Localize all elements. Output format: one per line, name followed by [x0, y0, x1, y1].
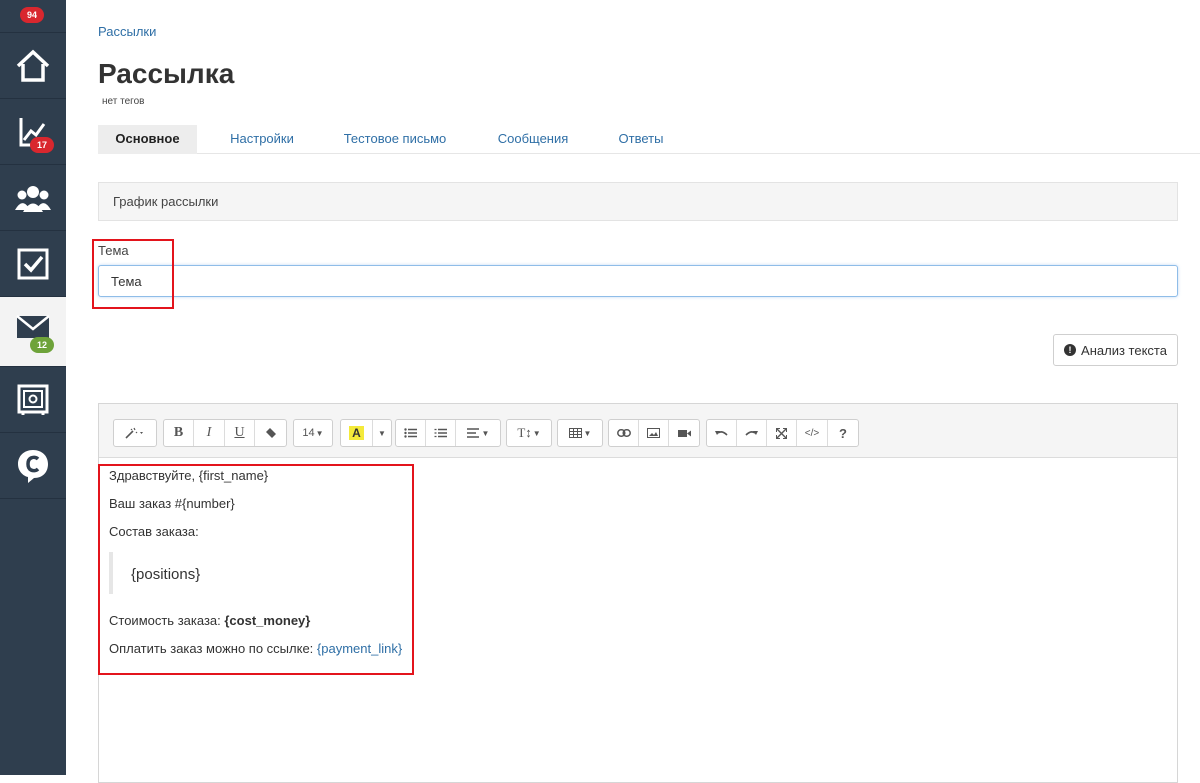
text-height-icon: T↕	[517, 425, 532, 440]
color-dropdown-button[interactable]: ▼	[373, 420, 391, 446]
line-height-dropdown-button[interactable]: T↕ ▼	[507, 420, 551, 446]
highlight-email-body	[98, 464, 414, 675]
bullet-list-icon	[404, 428, 417, 438]
toolbar-paragraph-group: ▼	[395, 419, 501, 447]
users-icon	[15, 185, 51, 212]
sidebar-item-safe[interactable]	[0, 367, 66, 433]
insert-link-button[interactable]	[609, 420, 639, 446]
tab-test-letter[interactable]: Тестовое письмо	[330, 125, 460, 154]
analytics-badge: 17	[30, 137, 55, 153]
toolbar-insert-group	[608, 419, 700, 447]
bulleted-list-button[interactable]	[396, 420, 426, 446]
magic-wand-icon	[125, 427, 143, 439]
bold-icon: B	[173, 425, 184, 440]
redo-icon	[745, 430, 758, 436]
safe-icon	[17, 384, 49, 415]
editor-toolbar: B I U 14 ▼ A ▼ ▼ T↕ ▼ ▼ </> ?	[99, 404, 1177, 458]
video-icon	[677, 429, 691, 437]
undo-button[interactable]	[707, 420, 737, 446]
toolbar-color-group: A ▼	[340, 419, 392, 447]
sidebar-item-contacts[interactable]	[0, 165, 66, 231]
sidebar-item-home[interactable]	[0, 33, 66, 99]
font-size-value: 14	[302, 427, 315, 439]
highlight-color-icon: A	[349, 426, 364, 440]
numbered-list-icon	[434, 428, 447, 438]
analyze-text-label: Анализ текста	[1081, 342, 1167, 358]
toolbar-style-group	[113, 419, 157, 447]
bold-button[interactable]: B	[164, 420, 194, 446]
caret-down-icon: ▼	[583, 428, 592, 438]
sidebar-item-tasks[interactable]	[0, 231, 66, 297]
toolbar-misc-group: </> ?	[706, 419, 859, 447]
main-content: Рассылки Рассылка нет тегов Основное Нас…	[66, 0, 1200, 783]
undo-icon	[715, 430, 728, 436]
text-color-button[interactable]: A	[341, 420, 373, 446]
sidebar-top: 94	[0, 0, 66, 33]
sidebar-item-analytics[interactable]: 17	[0, 99, 66, 165]
sidebar: 94 17 12	[0, 0, 66, 775]
caret-down-icon: ▼	[315, 428, 324, 438]
font-size-select[interactable]: 14 ▼	[294, 420, 332, 446]
table-icon	[568, 428, 582, 438]
chat-icon	[18, 449, 48, 483]
page-title: Рассылка	[98, 58, 235, 89]
insert-image-button[interactable]	[639, 420, 669, 446]
help-icon: ?	[839, 425, 847, 441]
toolbar-typo-group: T↕ ▼	[506, 419, 552, 447]
align-icon	[466, 428, 479, 438]
tab-settings[interactable]: Настройки	[212, 125, 312, 154]
subject-input[interactable]	[98, 265, 1178, 297]
redo-button[interactable]	[737, 420, 767, 446]
insert-video-button[interactable]	[669, 420, 699, 446]
magic-style-button[interactable]	[114, 420, 156, 446]
sidebar-item-mailings[interactable]: 12	[0, 297, 66, 367]
underline-icon: U	[234, 425, 245, 440]
underline-button[interactable]: U	[225, 420, 255, 446]
italic-button[interactable]: I	[194, 420, 225, 446]
caret-down-icon: ▼	[481, 428, 490, 438]
caret-down-icon: ▼	[532, 428, 541, 438]
image-icon	[647, 428, 660, 438]
link-icon	[616, 429, 631, 437]
tab-replies[interactable]: Ответы	[604, 125, 678, 154]
analyze-text-button[interactable]: ! Анализ текста	[1053, 334, 1178, 366]
info-icon: !	[1064, 344, 1077, 356]
home-icon	[16, 49, 50, 82]
tags-label[interactable]: нет тегов	[102, 96, 144, 107]
eraser-icon	[265, 428, 276, 438]
toolbar-fontsize-group: 14 ▼	[293, 419, 333, 447]
help-button[interactable]: ?	[828, 420, 858, 446]
tasks-icon	[17, 248, 49, 279]
sidebar-item-chat[interactable]	[0, 433, 66, 499]
fullscreen-button[interactable]	[767, 420, 797, 446]
align-dropdown-button[interactable]: ▼	[456, 420, 500, 446]
tab-messages[interactable]: Сообщения	[482, 125, 584, 154]
tab-main[interactable]: Основное	[98, 125, 197, 154]
italic-icon: I	[206, 425, 212, 440]
tab-bar: Основное Настройки Тестовое письмо Сообщ…	[98, 125, 1200, 154]
code-icon: </>	[804, 427, 820, 439]
clear-format-button[interactable]	[255, 420, 286, 446]
code-view-button[interactable]: </>	[797, 420, 828, 446]
caret-down-icon: ▼	[378, 428, 386, 438]
toolbar-format-group: B I U	[163, 419, 287, 447]
highlight-subject	[92, 239, 174, 309]
numbered-list-button[interactable]	[426, 420, 456, 446]
fullscreen-icon	[776, 427, 787, 439]
schedule-panel[interactable]: График рассылки	[98, 182, 1178, 221]
breadcrumb-mailings[interactable]: Рассылки	[98, 24, 156, 39]
notifications-badge[interactable]: 94	[20, 7, 45, 23]
mailings-badge: 12	[30, 337, 55, 353]
toolbar-table-group: ▼	[557, 419, 603, 447]
table-dropdown-button[interactable]: ▼	[558, 420, 602, 446]
mail-icon	[16, 314, 50, 338]
